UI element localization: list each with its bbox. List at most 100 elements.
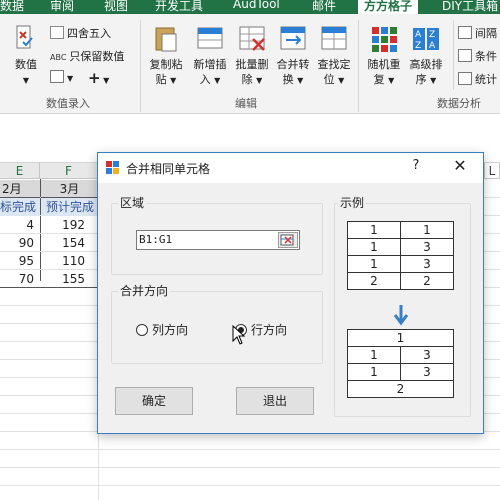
- tab-review[interactable]: 审阅: [50, 0, 74, 14]
- help-button[interactable]: ?: [406, 158, 426, 173]
- ribbon: 数值 ▼ 四舍五入 ABC 只保留数值 ▼ + ▼ 数值录入 复制粘贴 ▼ 新增插入…: [0, 14, 500, 114]
- table-cell[interactable]: 155: [41, 270, 85, 288]
- svg-text:Z: Z: [429, 30, 435, 40]
- table-row: 2: [347, 380, 454, 398]
- group-label-data-entry: 数值录入: [46, 97, 90, 110]
- svg-text:A: A: [415, 30, 422, 40]
- number-label: 数值: [15, 58, 37, 71]
- insert-new-button[interactable]: 新增插入 ▼: [187, 24, 233, 88]
- svg-text:Z: Z: [415, 41, 421, 51]
- stats-icon: [458, 72, 472, 85]
- number-button[interactable]: 数值 ▼: [6, 24, 46, 88]
- header-cell-target-done[interactable]: 标完成: [0, 198, 40, 216]
- tab-audtool[interactable]: AudTool: [233, 0, 280, 11]
- close-button[interactable]: ✕: [448, 156, 472, 175]
- copy-paste-label-1: 复制粘: [149, 58, 183, 71]
- plus-button[interactable]: + ▼: [88, 69, 109, 87]
- header-cell-feb[interactable]: 2月: [0, 180, 40, 198]
- table-border: [0, 287, 98, 288]
- column-header-e[interactable]: E: [0, 163, 40, 179]
- tab-view[interactable]: 视图: [104, 0, 128, 14]
- condition-label: 条件: [475, 50, 497, 63]
- table-row: 11: [347, 221, 454, 239]
- dialog-title: 合并相同单元格: [126, 162, 211, 176]
- table-cell: 2: [400, 272, 454, 290]
- ok-button[interactable]: 确定: [115, 387, 193, 415]
- table-cell[interactable]: 110: [41, 252, 85, 270]
- app-icon: [106, 161, 119, 174]
- table-cell[interactable]: 4: [0, 216, 34, 234]
- interval-icon: [458, 26, 472, 39]
- keep-value-button[interactable]: ABC 只保留数值: [50, 48, 124, 64]
- keep-value-label: 只保留数值: [69, 50, 125, 63]
- random-shuffle-label-2: 复: [373, 73, 385, 86]
- copy-paste-button[interactable]: 复制粘贴 ▼: [143, 24, 189, 88]
- arrow-down-icon: [393, 305, 409, 326]
- batch-delete-label-1: 批量删: [235, 58, 269, 71]
- table-row: 13: [347, 238, 454, 256]
- tab-fangfang[interactable]: 方方格子: [358, 0, 419, 14]
- group-label-edit: 编辑: [235, 97, 257, 110]
- number-icon: [11, 24, 41, 54]
- batch-delete-button[interactable]: 批量删除 ▼: [229, 24, 275, 88]
- merge-cells-dialog: 合并相同单元格 ? ✕ 区域 B1:G1 合并方向 列方向 行方向 确定 退出 …: [97, 152, 484, 434]
- table-cell: 3: [400, 238, 454, 256]
- exit-button[interactable]: 退出: [236, 387, 314, 415]
- range-picker-button[interactable]: [278, 232, 298, 248]
- tab-diy-toolbox[interactable]: DIY工具箱: [442, 0, 498, 14]
- plus-label: +: [88, 69, 101, 87]
- tab-developer[interactable]: 开发工具: [155, 0, 203, 14]
- batch-delete-label-2: 除: [241, 73, 253, 86]
- dialog-title-bar[interactable]: 合并相同单元格 ? ✕: [98, 153, 483, 183]
- column-header-l[interactable]: L: [484, 163, 500, 179]
- insert-new-label-2: 入: [199, 73, 211, 86]
- abc-icon: ABC: [50, 53, 67, 62]
- table-cell[interactable]: 90: [0, 234, 34, 252]
- find-locate-label-1: 查找定: [317, 58, 351, 71]
- ribbon-separator: [453, 20, 454, 90]
- tab-data[interactable]: 数据: [0, 0, 24, 14]
- copy-paste-label-2: 贴: [155, 73, 167, 86]
- table-row: 1: [347, 329, 454, 347]
- table-row: 13: [347, 255, 454, 273]
- table-row: 13: [347, 363, 454, 381]
- table-cell: 3: [400, 346, 454, 364]
- merge-convert-button[interactable]: 合并转换 ▼: [270, 24, 316, 88]
- range-input[interactable]: B1:G1: [136, 230, 300, 250]
- interval-button[interactable]: 间隔: [458, 25, 497, 41]
- group-label-data-analysis: 数据分析: [437, 97, 481, 110]
- header-cell-expected-done[interactable]: 预计完成: [41, 198, 98, 216]
- column-direction-radio[interactable]: 列方向: [136, 321, 188, 338]
- tab-mail[interactable]: 邮件: [312, 0, 336, 14]
- header-cell-mar[interactable]: 3月: [41, 180, 98, 198]
- table-cell[interactable]: 154: [41, 234, 85, 252]
- random-grid-icon: [369, 24, 399, 54]
- column-header-f[interactable]: F: [40, 163, 98, 179]
- merge-convert-label-1: 合并转: [276, 58, 310, 71]
- table-cell: 1: [400, 221, 454, 239]
- range-select-icon: [280, 234, 294, 246]
- table-cell: 2: [347, 272, 401, 290]
- svg-text:A: A: [429, 41, 436, 51]
- ribbon-separator: [358, 20, 359, 112]
- round-button[interactable]: 四舍五入: [50, 25, 111, 41]
- edit-tool-button[interactable]: ▼: [50, 70, 73, 84]
- column-direction-label: 列方向: [152, 323, 189, 337]
- ribbon-tab-bar: 数据 审阅 视图 开发工具 AudTool 邮件 方方格子 DIY工具箱: [0, 0, 500, 14]
- table-cell[interactable]: 70: [0, 270, 34, 288]
- area-label: 区域: [118, 194, 147, 211]
- edit-pen-icon: [50, 70, 64, 83]
- merge-convert-label-2: 换: [282, 73, 294, 86]
- advanced-sort-button[interactable]: AZZA 高级排序 ▼: [403, 24, 449, 88]
- condition-button[interactable]: 条件: [458, 48, 497, 64]
- direction-label: 合并方向: [118, 282, 171, 299]
- random-shuffle-button[interactable]: 随机重复 ▼: [361, 24, 407, 88]
- stats-button[interactable]: 统计: [458, 71, 497, 87]
- interval-label: 间隔: [475, 27, 497, 40]
- table-cell[interactable]: 95: [0, 252, 34, 270]
- table-row: 13: [347, 346, 454, 364]
- grid-line: [0, 467, 500, 468]
- find-locate-button[interactable]: 查找定位 ▼: [311, 24, 357, 88]
- table-cell[interactable]: 192: [41, 216, 85, 234]
- condition-icon: [458, 49, 472, 62]
